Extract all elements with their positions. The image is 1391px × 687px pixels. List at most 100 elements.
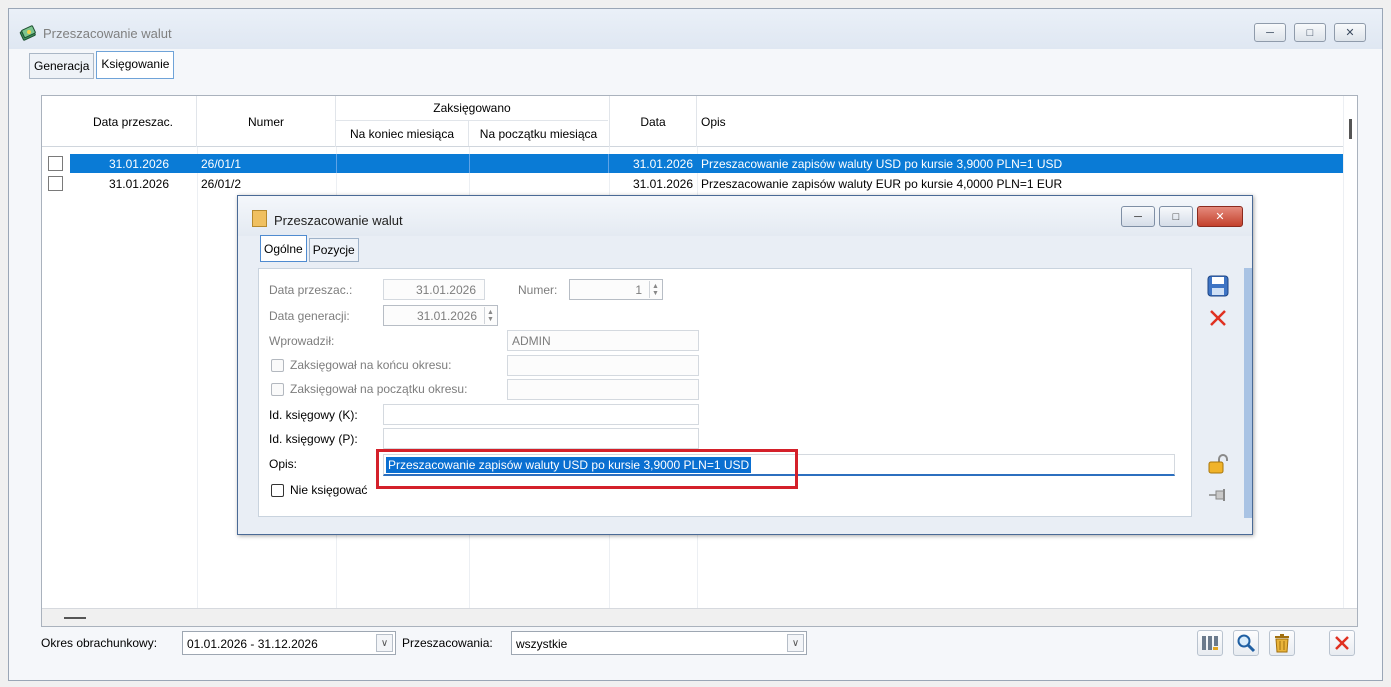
chevron-down-icon: ▼	[487, 315, 494, 323]
zaks-koniec-field	[507, 355, 699, 376]
vertical-scrollbar[interactable]	[1343, 96, 1357, 626]
close-window-button[interactable]	[1329, 630, 1355, 656]
wprowadzil-field: ADMIN	[507, 330, 699, 351]
trash-icon	[1275, 634, 1289, 653]
table-row[interactable]: 31.01.2026 26/01/1 31.01.2026 Przeszacow…	[42, 154, 1346, 173]
id-p-field[interactable]	[383, 428, 699, 449]
main-tabs: Generacja Księgowanie	[29, 51, 176, 81]
save-icon	[1207, 275, 1229, 297]
dialog-restore-button[interactable]: □	[1159, 206, 1193, 227]
cell-na-poczatku	[469, 154, 609, 173]
row-checkbox[interactable]	[48, 156, 63, 171]
search-button[interactable]	[1233, 630, 1259, 656]
cell-data-przeszac: 31.01.2026	[108, 177, 169, 191]
tab-generacja[interactable]: Generacja	[29, 53, 95, 79]
dialog-side-strip	[1244, 268, 1252, 518]
chevron-down-icon: ▼	[652, 289, 659, 297]
minimize-button[interactable]: ─	[1254, 23, 1286, 42]
close-icon: ✕	[1345, 27, 1355, 39]
col-opis[interactable]: Opis	[697, 96, 1346, 147]
restore-button[interactable]: □	[1294, 23, 1326, 42]
close-icon	[1335, 636, 1349, 650]
cell-data: 31.01.2026	[632, 157, 693, 171]
chevron-down-icon[interactable]: ∨	[787, 634, 804, 652]
zaks-poczatek-field	[507, 379, 699, 400]
dialog-title-bar: Przeszacowanie walut ─ □ ✕	[238, 196, 1252, 236]
przeszacowania-label: Przeszacowania:	[402, 636, 493, 650]
tab-pozycje[interactable]: Pozycje	[308, 238, 359, 262]
id-k-field[interactable]	[383, 404, 699, 425]
numer-spinner[interactable]: ▲ ▼	[649, 281, 661, 298]
col-na-koniec[interactable]: Na koniec miesiąca	[336, 121, 469, 146]
data-przeszac-label: Data przeszac.:	[269, 283, 353, 297]
col-numer[interactable]: Numer	[197, 96, 336, 147]
wprowadzil-label: Wprowadził:	[269, 334, 335, 348]
chevron-up-icon: ▲	[652, 282, 659, 290]
opis-field[interactable]: Przeszacowanie zapisów waluty USD po kur…	[383, 454, 1175, 476]
zaks-koniec-label: Zaksięgował na końcu okresu:	[290, 358, 452, 372]
title-bar: Przeszacowanie walut ─ □ ✕	[9, 9, 1382, 49]
col-data[interactable]: Data	[609, 96, 697, 147]
revaluation-dialog: Przeszacowanie walut ─ □ ✕ Ogólne Pozycj…	[237, 195, 1253, 535]
close-icon	[1210, 310, 1226, 326]
minimize-icon: ─	[1266, 26, 1274, 39]
delete-button[interactable]	[1269, 630, 1295, 656]
tab-ogolne[interactable]: Ogólne	[260, 235, 307, 262]
cell-data-przeszac: 31.01.2026	[108, 157, 169, 171]
horizontal-scrollbar[interactable]	[42, 608, 1357, 626]
scroll-thumb[interactable]	[1349, 119, 1352, 139]
table-row[interactable]: 31.01.2026 26/01/2 31.01.2026 Przeszacow…	[42, 174, 1346, 193]
columns-icon	[1202, 636, 1218, 650]
dialog-minimize-button[interactable]: ─	[1121, 206, 1155, 227]
currency-icon	[19, 25, 36, 41]
id-p-label: Id. księgowy (P):	[269, 432, 358, 446]
tab-ksiegowanie[interactable]: Księgowanie	[96, 51, 175, 79]
zaks-koniec-checkbox[interactable]	[271, 359, 284, 372]
col-na-poczatku[interactable]: Na początku miesiąca	[469, 121, 608, 146]
dialog-close-button[interactable]: ✕	[1197, 206, 1243, 227]
cell-numer: 26/01/1	[201, 157, 242, 171]
numer-field[interactable]: 1 ▲ ▼	[569, 279, 663, 300]
numer-label: Numer:	[518, 283, 558, 297]
col-group-zaksiegowano: Zaksięgowano	[336, 96, 608, 121]
pin-button[interactable]	[1204, 481, 1232, 509]
columns-button[interactable]	[1197, 630, 1223, 656]
id-k-label: Id. księgowy (K):	[269, 408, 358, 422]
pin-icon	[1209, 489, 1225, 501]
restore-icon: □	[1306, 26, 1314, 39]
przeszacowania-select[interactable]: wszystkie ∨	[511, 631, 807, 655]
cancel-button[interactable]	[1204, 304, 1232, 332]
close-icon: ✕	[1215, 211, 1225, 223]
cell-na-koniec	[336, 174, 469, 193]
data-przeszac-field[interactable]: 31.01.2026	[383, 279, 485, 300]
close-button[interactable]: ✕	[1334, 23, 1366, 42]
nie-ksiegowac-label: Nie księgować	[290, 483, 368, 497]
zaks-poczatek-checkbox[interactable]	[271, 383, 284, 396]
opis-label: Opis:	[269, 457, 298, 471]
opis-selected-text: Przeszacowanie zapisów waluty USD po kur…	[386, 457, 752, 473]
general-panel: Data przeszac.: 31.01.2026 Numer: 1 ▲ ▼ D…	[258, 268, 1192, 517]
chevron-down-icon[interactable]: ∨	[376, 634, 393, 652]
data-generacji-spinner[interactable]: ▲ ▼	[484, 307, 496, 324]
row-checkbox[interactable]	[48, 176, 63, 191]
cell-na-koniec	[336, 154, 469, 173]
cell-numer: 26/01/2	[201, 177, 242, 191]
search-icon	[1237, 634, 1256, 653]
dialog-title: Przeszacowanie walut	[274, 213, 403, 228]
dialog-tabs: Ogólne Pozycje	[260, 235, 361, 262]
scroll-thumb[interactable]	[64, 617, 86, 619]
cell-opis: Przeszacowanie zapisów waluty EUR po kur…	[701, 177, 1063, 191]
data-generacji-field[interactable]: 31.01.2026 ▲ ▼	[383, 305, 498, 326]
table-header: Data przeszac. Numer Zaksięgowano Na kon…	[42, 96, 1357, 147]
save-button[interactable]	[1204, 272, 1232, 300]
minimize-icon: ─	[1134, 210, 1142, 223]
data-generacji-label: Data generacji:	[269, 309, 350, 323]
nie-ksiegowac-checkbox[interactable]	[271, 484, 284, 497]
okres-select[interactable]: 01.01.2026 - 31.12.2026 ∨	[182, 631, 396, 655]
restore-icon: □	[1172, 210, 1180, 223]
cell-data: 31.01.2026	[632, 177, 693, 191]
chevron-up-icon: ▲	[487, 308, 494, 316]
unlock-button[interactable]	[1204, 450, 1232, 478]
zaks-poczatek-label: Zaksięgował na początku okresu:	[290, 382, 468, 396]
col-data-przeszac[interactable]: Data przeszac.	[70, 96, 197, 147]
